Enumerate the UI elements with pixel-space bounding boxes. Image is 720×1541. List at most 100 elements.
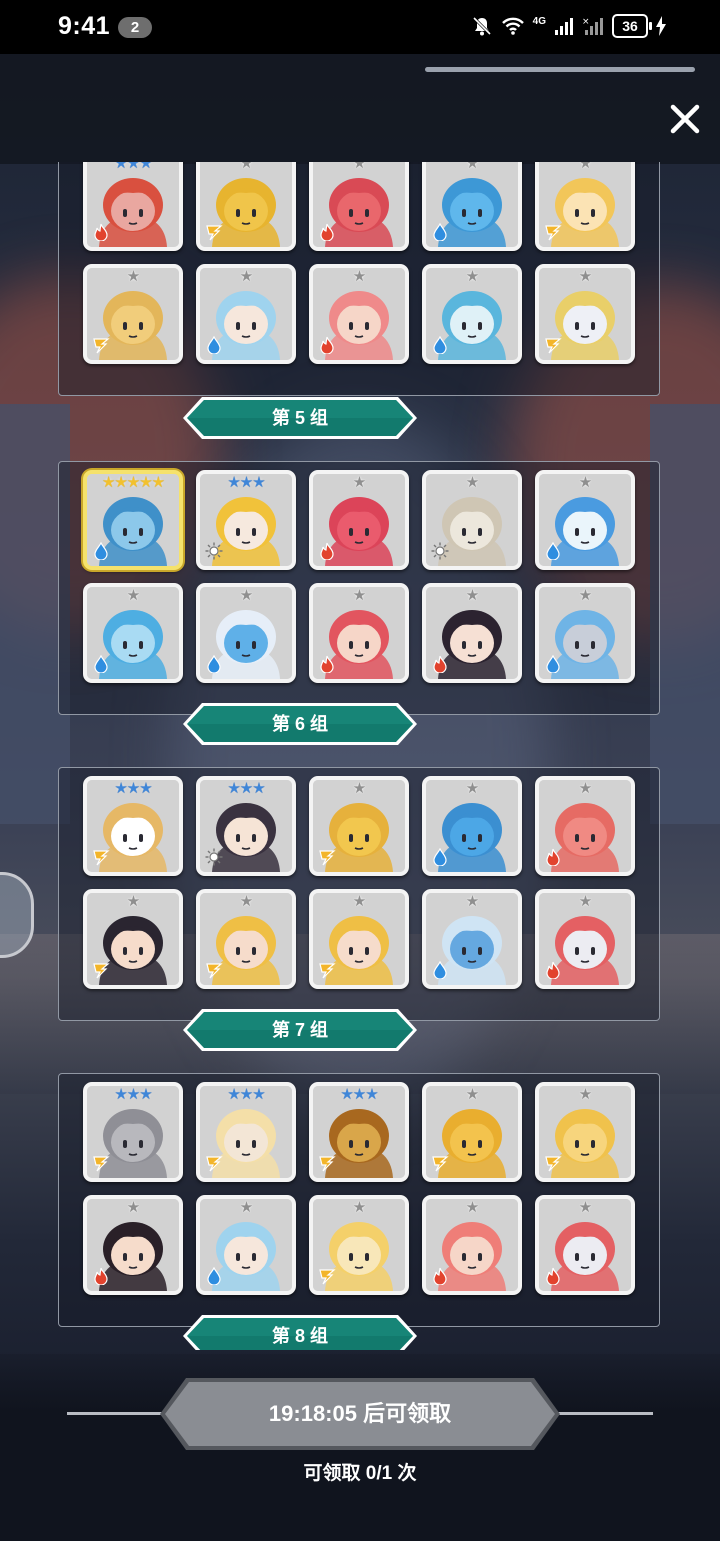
hero-card[interactable]: ★ [535, 162, 635, 251]
hero-card[interactable]: ★ [535, 583, 635, 683]
hero-card[interactable]: ★ [83, 583, 183, 683]
water-element-icon [433, 223, 447, 241]
hero-group-panel: ★★★★★★★★★★★★★★★★ [58, 1073, 660, 1327]
hero-grid: ★★★★★★★★★★★★★★★★ [83, 470, 635, 683]
hero-star-rating: ★ [578, 893, 592, 910]
hero-grid: ★★★ ★ ★ ★ ★ ★ ★ ★ ★ ★ [83, 162, 635, 364]
hero-card[interactable]: ★ [422, 889, 522, 989]
hero-card[interactable]: ★ [309, 583, 409, 683]
water-element-icon [94, 655, 108, 673]
hero-card[interactable]: ★★★★★ [83, 470, 183, 570]
thunder-element-icon [432, 1156, 449, 1172]
signal-no-service-icon: × [582, 17, 603, 35]
hero-card[interactable]: ★ [535, 889, 635, 989]
group-label-tab: 第 8 组 [182, 1314, 418, 1350]
thunder-element-icon [319, 1156, 336, 1172]
hero-card[interactable]: ★ [309, 162, 409, 251]
hero-card[interactable]: ★ [309, 889, 409, 989]
water-element-icon [546, 655, 560, 673]
hero-star-rating: ★★★ [114, 780, 152, 797]
battery-indicator: 36 [612, 14, 652, 38]
hero-card[interactable]: ★ [196, 583, 296, 683]
hero-card[interactable]: ★ [309, 264, 409, 364]
hero-card[interactable]: ★ [422, 583, 522, 683]
hero-card[interactable]: ★ [196, 1195, 296, 1295]
hero-card[interactable]: ★ [196, 889, 296, 989]
sheet-drag-handle[interactable] [425, 67, 695, 72]
hero-star-rating: ★ [465, 780, 479, 797]
group-label: 第 5 组 [271, 408, 328, 428]
claim-count-text: 可领取 0/1 次 [303, 1463, 417, 1484]
hero-card[interactable]: ★ [83, 1195, 183, 1295]
hero-card[interactable]: ★ [196, 162, 296, 251]
hero-card[interactable]: ★ [83, 264, 183, 364]
hero-star-rating: ★ [578, 162, 592, 172]
hero-card[interactable]: ★ [83, 889, 183, 989]
hero-card[interactable]: ★★★ [196, 1082, 296, 1182]
thunder-element-icon [319, 1269, 336, 1285]
hero-star-rating: ★★★ [227, 780, 265, 797]
hero-card[interactable]: ★ [535, 1195, 635, 1295]
signal-strength-icon [555, 18, 573, 35]
hero-card[interactable]: ★ [422, 470, 522, 570]
fire-element-icon [433, 1267, 447, 1285]
hero-card[interactable]: ★★★ [83, 776, 183, 876]
fire-element-icon [546, 1267, 560, 1285]
group-label-tab: 第 6 组 [182, 702, 418, 746]
light-element-icon [431, 542, 449, 560]
svg-text:×: × [582, 17, 590, 27]
hero-star-rating: ★ [126, 268, 140, 285]
hero-star-rating: ★ [352, 1199, 366, 1216]
light-element-icon [205, 848, 223, 866]
thunder-element-icon [319, 963, 336, 979]
hero-card[interactable]: ★ [309, 776, 409, 876]
claim-button[interactable]: 19:18:05 后可领取 [160, 1378, 560, 1450]
hero-star-rating: ★ [352, 780, 366, 797]
hero-star-rating: ★ [465, 268, 479, 285]
network-type: 4G [532, 16, 546, 27]
hero-card[interactable]: ★ [535, 264, 635, 364]
hero-card[interactable]: ★ [309, 1195, 409, 1295]
hero-card[interactable]: ★★★ [309, 1082, 409, 1182]
hero-star-rating: ★ [465, 162, 479, 172]
thunder-element-icon [206, 1156, 223, 1172]
hero-card[interactable]: ★ [535, 1082, 635, 1182]
hero-card[interactable]: ★★★ [83, 162, 183, 251]
claim-divider-right [553, 1412, 653, 1415]
status-bar: 9:41 2 4G × 36 [0, 0, 720, 54]
hero-star-rating: ★ [239, 1199, 253, 1216]
fire-element-icon [433, 655, 447, 673]
notification-count-badge: 2 [118, 17, 152, 38]
hero-card[interactable]: ★★★ [196, 470, 296, 570]
hero-card[interactable]: ★ [422, 1195, 522, 1295]
thunder-element-icon [206, 963, 223, 979]
hero-star-rating: ★ [126, 893, 140, 910]
hero-star-rating: ★ [465, 1086, 479, 1103]
hero-grid: ★★★ ★★★ ★ ★ ★ ★ ★ ★ ★ ★ [83, 776, 635, 989]
hero-card[interactable]: ★ [535, 776, 635, 876]
hero-card[interactable]: ★ [422, 1082, 522, 1182]
hero-card[interactable]: ★ [309, 470, 409, 570]
hero-card[interactable]: ★ [422, 264, 522, 364]
hero-star-rating: ★★★ [114, 1086, 152, 1103]
fire-element-icon [94, 1267, 108, 1285]
hero-grid: ★★★★★★★★★★★★★★★★ [83, 1082, 635, 1295]
hero-card[interactable]: ★ [422, 776, 522, 876]
light-element-icon [205, 542, 223, 560]
hero-star-rating: ★ [578, 1086, 592, 1103]
hero-star-rating: ★ [352, 474, 366, 491]
close-icon[interactable] [664, 98, 706, 140]
hero-card[interactable]: ★★★ [83, 1082, 183, 1182]
hero-group-panel: ★★★ ★ ★ ★ ★ ★ ★ ★ ★ ★ [58, 162, 660, 396]
hero-star-rating: ★ [239, 587, 253, 604]
group-list[interactable]: ★★★ ★ ★ ★ ★ ★ ★ ★ ★ ★ 第 5 组 ★★★★★ ★★★ ★ ★ ★ ★ ★ ★ ★ ★ 第 6 组 ★★… [0, 162, 720, 1350]
group-label: 第 7 组 [271, 1020, 328, 1040]
fire-element-icon [546, 961, 560, 979]
hero-star-rating: ★ [126, 587, 140, 604]
hero-card[interactable]: ★ [196, 264, 296, 364]
hero-star-rating: ★★★ [114, 162, 152, 172]
hero-card[interactable]: ★★★ [196, 776, 296, 876]
hero-card[interactable]: ★ [535, 470, 635, 570]
hero-card[interactable]: ★ [422, 162, 522, 251]
hero-star-rating: ★ [465, 474, 479, 491]
